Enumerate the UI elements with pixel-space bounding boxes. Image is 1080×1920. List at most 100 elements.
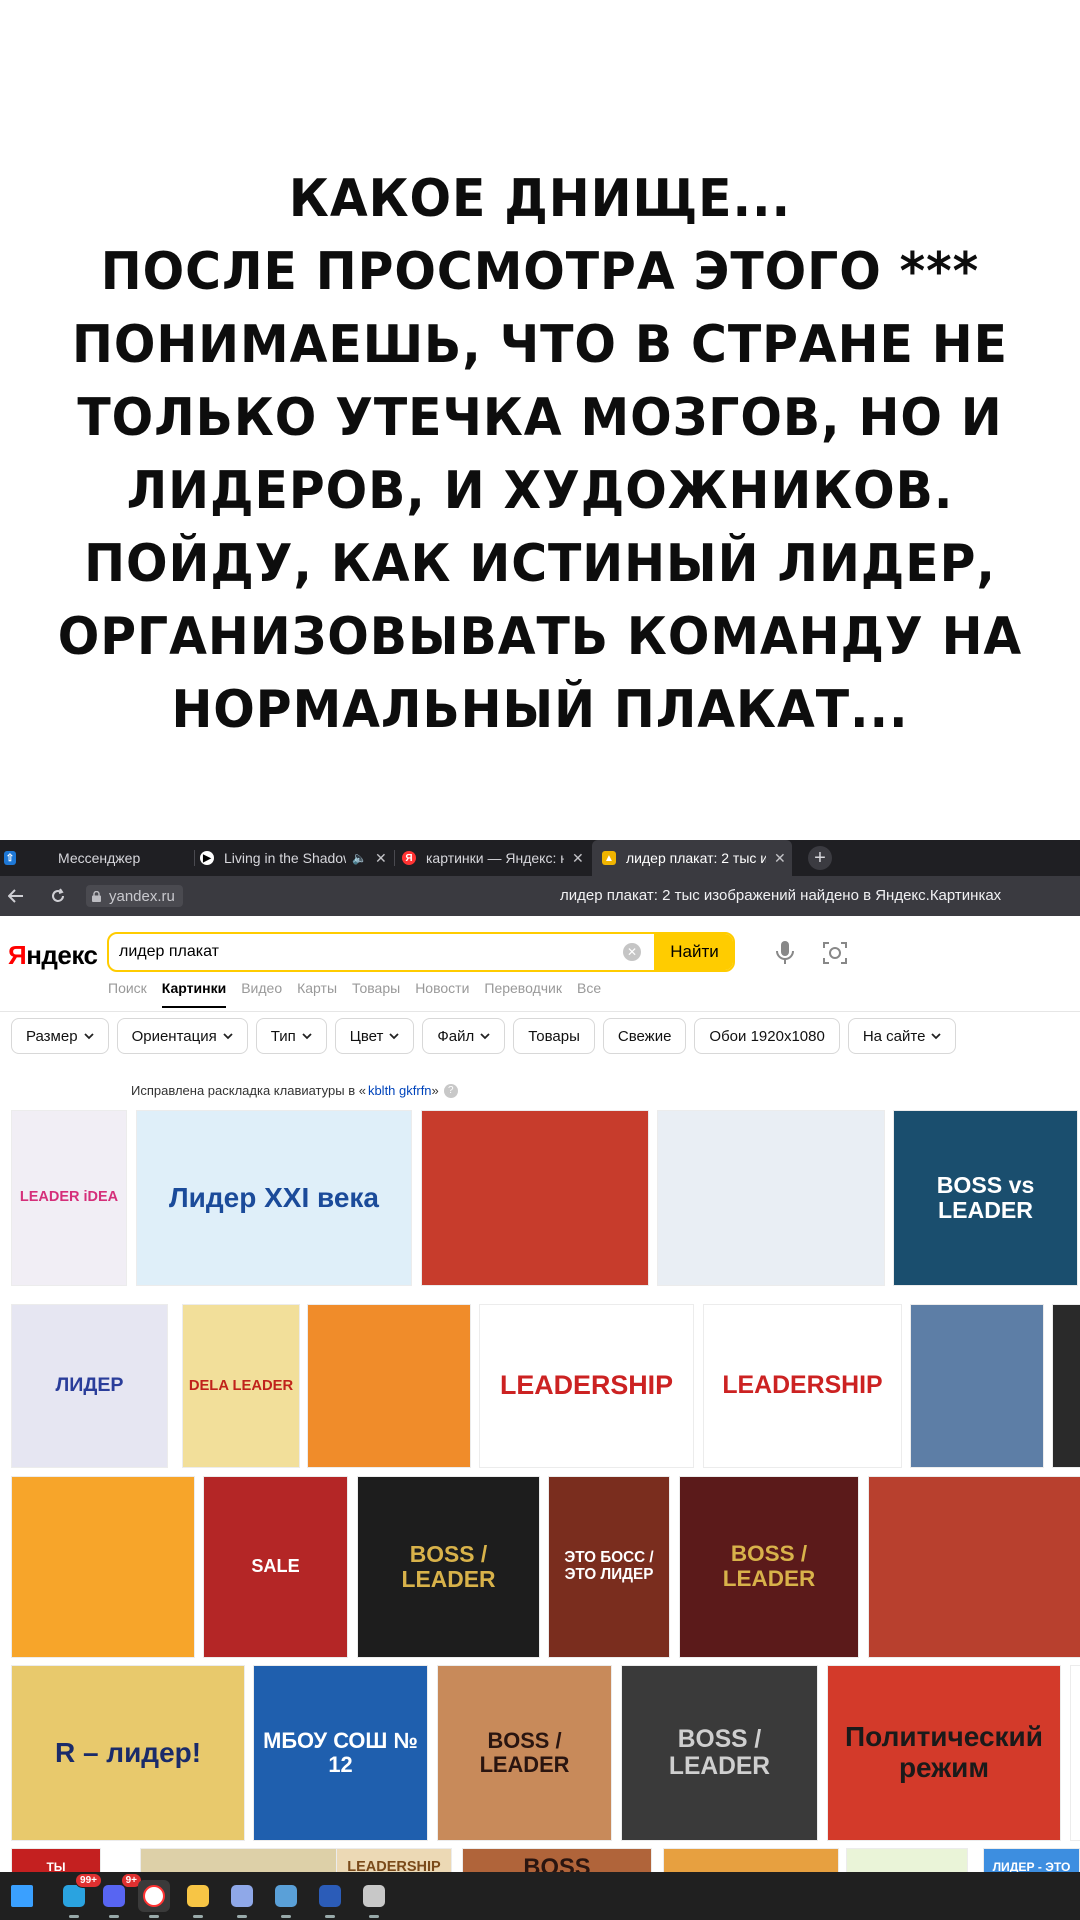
image-result[interactable] bbox=[1070, 1665, 1080, 1841]
caption-line: ОРГАНИЗОВЫВАТЬ КОМАНДУ НА bbox=[57, 607, 1023, 667]
close-icon[interactable]: ✕ bbox=[774, 850, 786, 867]
image-result[interactable] bbox=[846, 1848, 968, 1874]
caption-line: НОРМАЛЬНЫЙ ПЛАКАТ... bbox=[171, 680, 909, 740]
search-button[interactable]: Найти bbox=[654, 934, 733, 970]
image-result[interactable]: BOSS bbox=[462, 1848, 652, 1874]
chevron-down-icon bbox=[389, 1032, 399, 1039]
image-result[interactable]: DELA LEADER bbox=[182, 1304, 300, 1468]
microphone-icon[interactable] bbox=[774, 940, 796, 966]
image-result-label: BOSS bbox=[523, 1853, 591, 1874]
filter-chip[interactable]: Товары bbox=[513, 1018, 595, 1054]
telegram-icon[interactable]: 99+ bbox=[58, 1873, 102, 1918]
image-result[interactable]: LEADERSHIP bbox=[479, 1304, 694, 1468]
image-result[interactable]: BOSS / LEADER bbox=[357, 1476, 540, 1658]
filter-chip[interactable]: Цвет bbox=[334, 1018, 415, 1054]
image-result[interactable]: ЛИДЕР - ЭТО bbox=[983, 1848, 1080, 1874]
image-result[interactable]: LEADERSHIP bbox=[336, 1848, 452, 1874]
image-result[interactable] bbox=[1052, 1304, 1080, 1468]
clear-icon[interactable]: ✕ bbox=[623, 943, 641, 961]
image-result[interactable] bbox=[421, 1110, 649, 1286]
image-result[interactable]: ЛИДЕР bbox=[11, 1304, 168, 1468]
chevron-down-icon bbox=[83, 1032, 94, 1039]
tab-video[interactable]: Видео bbox=[241, 980, 282, 1008]
image-result[interactable]: R – лидер! bbox=[11, 1665, 245, 1841]
image-result[interactable]: МБОУ СОШ № 12 bbox=[253, 1665, 428, 1841]
filter-label: На сайте bbox=[862, 1027, 926, 1045]
image-result[interactable]: ЭТО БОСС / ЭТО ЛИДЕР bbox=[548, 1476, 670, 1658]
filter-chip[interactable]: На сайте bbox=[847, 1018, 957, 1054]
word-icon[interactable] bbox=[314, 1880, 346, 1918]
image-result[interactable]: BOSS / LEADER bbox=[621, 1665, 818, 1841]
caption-line: ЛИДЕРОВ, И ХУДОЖНИКОВ. bbox=[126, 461, 954, 521]
app-icon-2[interactable] bbox=[270, 1880, 302, 1918]
image-result-label: ЛИДЕР bbox=[55, 1374, 124, 1397]
chevron-down-icon bbox=[223, 1032, 233, 1039]
correction-end: » bbox=[431, 1083, 439, 1098]
image-result[interactable]: Политический режим bbox=[827, 1665, 1061, 1841]
image-result[interactable] bbox=[307, 1304, 471, 1468]
filter-label: Тип bbox=[270, 1027, 296, 1045]
app-icon-3[interactable] bbox=[358, 1880, 390, 1918]
filter-chip[interactable]: Размер bbox=[11, 1018, 109, 1054]
discord-icon[interactable]: 9+ bbox=[98, 1873, 142, 1918]
correction-text: Исправлена раскладка клавиатуры в « bbox=[131, 1083, 366, 1098]
tab-news[interactable]: Новости bbox=[415, 980, 469, 1008]
image-result[interactable]: SALE bbox=[203, 1476, 348, 1658]
filter-chip[interactable]: Файл bbox=[422, 1018, 506, 1054]
reload-icon[interactable] bbox=[46, 884, 70, 908]
filter-label: Ориентация bbox=[131, 1027, 217, 1045]
image-result-label: LEADER iDEA bbox=[19, 1189, 119, 1206]
video-icon: ▶ bbox=[200, 851, 214, 865]
image-result[interactable] bbox=[910, 1304, 1044, 1468]
help-icon[interactable]: ? bbox=[443, 1083, 458, 1098]
filter-chip[interactable]: Ориентация bbox=[116, 1018, 248, 1054]
back-icon[interactable] bbox=[4, 884, 28, 908]
yandex-logo[interactable]: Яндекс bbox=[8, 940, 98, 971]
image-result-label: LEADERSHIP bbox=[722, 1371, 883, 1400]
filter-chip[interactable]: Свежие bbox=[602, 1018, 687, 1054]
search-input[interactable] bbox=[119, 934, 619, 970]
image-result[interactable]: LEADERSHIP bbox=[703, 1304, 902, 1468]
image-result[interactable]: ТЫ bbox=[11, 1848, 101, 1874]
filter-chip[interactable]: Тип bbox=[255, 1018, 327, 1054]
image-search-icon[interactable] bbox=[822, 940, 848, 966]
tab-all[interactable]: Все bbox=[577, 980, 601, 1008]
image-result-label: BOSS / LEADER bbox=[479, 1727, 570, 1777]
image-result[interactable] bbox=[657, 1110, 885, 1286]
file-explorer-icon[interactable] bbox=[182, 1880, 214, 1918]
image-result[interactable] bbox=[11, 1476, 195, 1658]
yandex-browser-icon[interactable] bbox=[138, 1880, 170, 1918]
image-result[interactable] bbox=[663, 1848, 839, 1874]
close-icon[interactable]: ✕ bbox=[375, 850, 387, 867]
image-result[interactable]: Лидер XXI века bbox=[136, 1110, 412, 1286]
image-result[interactable]: BOSS / LEADER bbox=[679, 1476, 859, 1658]
tab-maps[interactable]: Карты bbox=[297, 980, 337, 1008]
tab-images[interactable]: Картинки bbox=[161, 980, 227, 1008]
close-icon[interactable]: ✕ bbox=[572, 850, 584, 867]
tab-separator bbox=[394, 850, 395, 866]
search-box: ✕ Найти bbox=[107, 932, 735, 972]
new-tab-button[interactable]: + bbox=[808, 846, 832, 870]
image-result[interactable] bbox=[868, 1476, 1080, 1658]
tab-market[interactable]: Товары bbox=[352, 980, 400, 1008]
url-field[interactable]: yandex.ru bbox=[86, 885, 183, 907]
image-result-label: DELA LEADER bbox=[188, 1377, 294, 1394]
speaker-icon[interactable]: 🔈 bbox=[352, 851, 367, 865]
start-icon[interactable] bbox=[6, 1880, 38, 1912]
tab-translator[interactable]: Переводчик bbox=[484, 980, 562, 1008]
taskbar-glyph bbox=[63, 1885, 85, 1907]
tab-yandex-search[interactable]: Я картинки — Яндекс: нашл ✕ bbox=[402, 840, 592, 876]
image-result[interactable]: BOSS vs LEADER bbox=[893, 1110, 1078, 1286]
filter-chip[interactable]: Обои 1920x1080 bbox=[694, 1018, 840, 1054]
tab-search[interactable]: Поиск bbox=[108, 980, 147, 1008]
image-result[interactable]: BOSS / LEADER bbox=[437, 1665, 612, 1841]
correction-link[interactable]: kblth gkfrfn bbox=[368, 1083, 432, 1098]
tab-video[interactable]: ▶ Living in the Shadow 🔈 ✕ bbox=[200, 840, 390, 876]
image-result[interactable] bbox=[140, 1848, 338, 1874]
filter-label: Размер bbox=[26, 1027, 78, 1045]
tab-messenger[interactable]: ⇧ Мессенджер bbox=[0, 840, 190, 876]
image-result[interactable]: LEADER iDEA bbox=[11, 1110, 127, 1286]
running-indicator bbox=[237, 1915, 247, 1918]
app-icon-1[interactable] bbox=[226, 1880, 258, 1918]
tab-images-active[interactable]: ▲ лидер плакат: 2 тыс изо ✕ bbox=[592, 840, 792, 876]
